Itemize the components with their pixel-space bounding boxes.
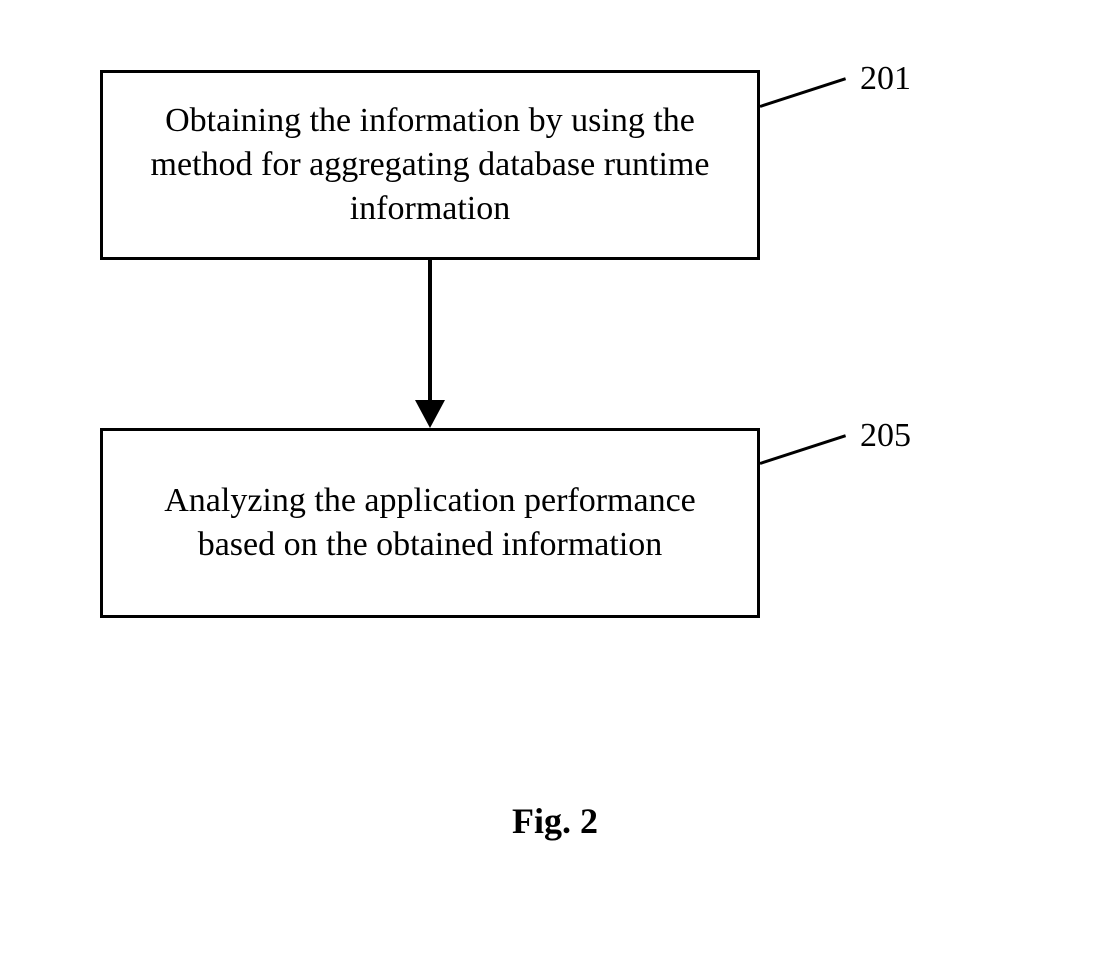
figure-caption: Fig. 2 xyxy=(0,800,1110,842)
arrow-1-to-2-head xyxy=(415,400,445,428)
arrow-1-to-2 xyxy=(428,260,432,405)
flow-step-1-text: Obtaining the information by using the m… xyxy=(123,99,737,232)
step-label-2: 205 xyxy=(860,417,911,455)
flow-step-2: Analyzing the application performance ba… xyxy=(100,428,760,618)
step-label-1: 201 xyxy=(860,60,911,98)
leader-line-2 xyxy=(760,434,847,465)
flow-step-1: Obtaining the information by using the m… xyxy=(100,70,760,260)
flow-step-2-text: Analyzing the application performance ba… xyxy=(123,479,737,567)
leader-line-1 xyxy=(760,77,847,108)
